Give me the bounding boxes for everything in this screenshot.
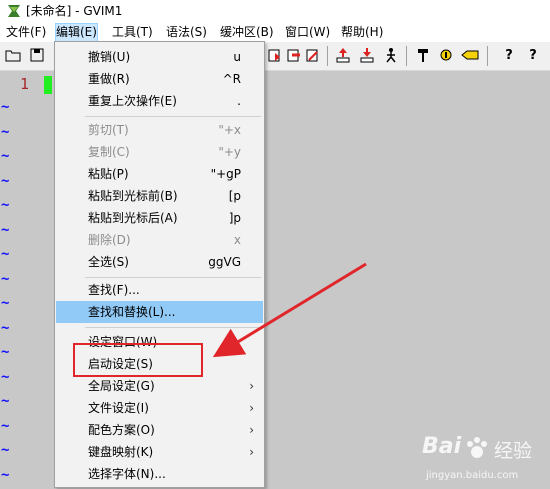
annotation-arrow xyxy=(212,262,367,358)
baidu-paw-icon xyxy=(467,437,487,458)
baidu-watermark: Bai 经验 jingyan.baidu.com xyxy=(422,434,533,481)
